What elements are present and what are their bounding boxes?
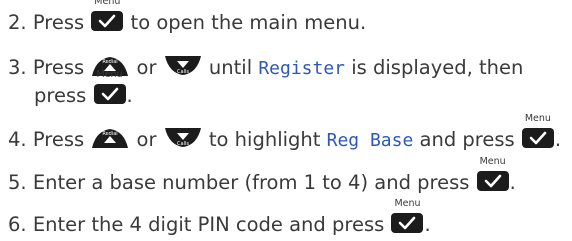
redial-caption: Redial bbox=[103, 59, 118, 65]
instruction-list: 2. Press Menu to open the main menu. 3. … bbox=[0, 0, 572, 241]
step-6: 6. Enter the 4 digit PIN code and press … bbox=[8, 199, 431, 237]
step-text: to open the main menu. bbox=[130, 11, 367, 34]
display-text-register: Register bbox=[258, 58, 346, 79]
calls-caption: Calls bbox=[177, 141, 189, 147]
step-text: Press bbox=[32, 128, 85, 151]
menu-key-icon: Menu bbox=[476, 157, 510, 192]
step-5: 5. Enter a base number (from 1 to 4) and… bbox=[8, 157, 516, 195]
step-text: . bbox=[126, 84, 133, 107]
step-text: to highlight bbox=[208, 128, 321, 151]
step-number: 2. bbox=[8, 11, 27, 34]
menu-key-caption: Menu bbox=[479, 156, 506, 167]
menu-key-caption: Menu bbox=[394, 198, 421, 209]
menu-key-icon: Menu bbox=[521, 114, 555, 149]
step-text: press bbox=[34, 84, 87, 107]
step-number: 3. bbox=[8, 56, 27, 79]
step-4: 4. Press Redial or Calls to highlight Re… bbox=[8, 114, 562, 153]
calls-down-key-icon: Calls bbox=[163, 55, 203, 77]
step-text: Press bbox=[32, 56, 85, 79]
step-text: is displayed, then bbox=[351, 56, 524, 79]
redial-up-key-icon: Redial bbox=[90, 127, 130, 149]
step-text: and press bbox=[419, 128, 515, 151]
step-text: Press bbox=[32, 11, 85, 34]
calls-down-key-icon: Calls bbox=[163, 127, 203, 149]
menu-key-caption: Menu bbox=[96, 69, 123, 80]
step-3-continued: press Menu . bbox=[34, 70, 133, 108]
redial-caption: Redial bbox=[103, 131, 118, 137]
step-number: 5. bbox=[8, 171, 27, 194]
step-text: . bbox=[424, 213, 431, 236]
step-3: 3. Press Redial or Calls until Register … bbox=[8, 55, 523, 81]
menu-key-icon: Menu bbox=[90, 0, 124, 32]
menu-key-icon: Menu bbox=[93, 70, 127, 105]
step-text: or bbox=[136, 56, 157, 79]
step-number: 6. bbox=[8, 213, 27, 236]
calls-caption: Calls bbox=[177, 69, 189, 75]
step-text: . bbox=[554, 128, 562, 151]
step-text: or bbox=[136, 128, 157, 151]
step-text: . bbox=[509, 171, 516, 194]
menu-key-icon: Menu bbox=[390, 199, 424, 234]
menu-key-caption: Menu bbox=[94, 0, 121, 7]
step-number: 4. bbox=[8, 128, 27, 151]
step-text: until bbox=[208, 56, 253, 79]
step-2: 2. Press Menu to open the main menu. bbox=[8, 0, 367, 35]
step-text: Enter the 4 digit PIN code and press bbox=[32, 213, 385, 236]
menu-key-caption: Menu bbox=[524, 113, 551, 124]
step-text: Enter a base number (from 1 to 4) and pr… bbox=[32, 171, 470, 194]
display-text-reg-base: Reg Base bbox=[326, 130, 414, 151]
